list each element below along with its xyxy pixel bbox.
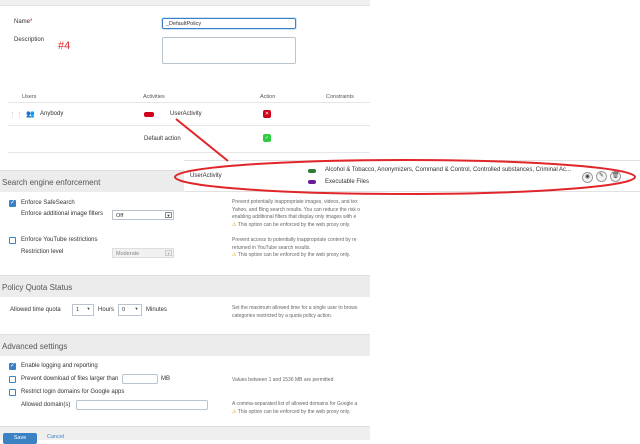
column-activities: Activities (143, 94, 165, 100)
allowed-time-label: Allowed time quota (10, 307, 61, 313)
prevent-download-checkbox[interactable] (9, 376, 16, 383)
activity-detail-row: UserActivity Alcohol & Tobacco, Anonymiz… (184, 160, 640, 192)
file-size-input[interactable] (122, 374, 158, 384)
row-divider (8, 152, 370, 153)
column-users: Users (22, 94, 37, 100)
enforce-youtube-label: Enforce YouTube restrictions (21, 237, 98, 243)
file-size-unit: MB (161, 376, 170, 382)
drag-handle-icon[interactable]: ⋮⋮ (9, 111, 23, 119)
column-action: Action (260, 94, 276, 100)
view-icon[interactable]: ◉ (582, 172, 593, 183)
activity-value[interactable]: UserActivity (170, 111, 202, 117)
warning-icon: ⚠ (232, 221, 237, 228)
delete-icon[interactable]: 🗑 (610, 171, 621, 182)
name-label: Name* (14, 19, 33, 25)
warning-icon: ⚠ (232, 252, 237, 258)
name-input[interactable]: _DefaultPolicy (162, 18, 296, 29)
user-value: Anybody (40, 111, 64, 117)
activity-tag-icon (144, 112, 154, 117)
allow-action-icon[interactable]: ✓ (263, 134, 271, 142)
cancel-link[interactable]: Cancel (47, 434, 64, 440)
quota-description: Set the maximum allowed time for a singl… (232, 305, 358, 319)
minutes-label: Minutes (146, 307, 168, 313)
allowed-domains-label: Allowed domain(s) (21, 402, 71, 408)
image-filters-label: Enforce additional image filters (21, 211, 104, 217)
restriction-level-select[interactable]: Moderate ▼ (112, 248, 174, 258)
enable-logging-checkbox[interactable] (9, 362, 16, 370)
annotation-label: #4 (58, 40, 71, 52)
activity-name: UserActivity (190, 173, 222, 179)
save-button[interactable]: Save (3, 433, 37, 444)
youtube-description: Prevent access to potentially inappropri… (232, 237, 357, 258)
minutes-select[interactable]: 0 ▼ (118, 304, 142, 316)
chevron-down-icon: ▼ (165, 250, 172, 256)
hours-label: Hours (98, 307, 115, 313)
hours-select[interactable]: 1 ▼ (72, 304, 94, 316)
file-size-description: Values between 1 and 1536 MB are permitt… (232, 377, 334, 383)
allowed-domains-input[interactable] (76, 400, 208, 410)
activity-filetypes: Executable Files (325, 179, 370, 185)
prevent-download-label: Prevent download of files larger than (21, 376, 119, 382)
domains-description: A comma-separated list of allowed domain… (232, 401, 358, 415)
activity-categories: Alcohol & Tobacco, Anonymizers, Command … (325, 167, 571, 173)
file-tag-icon (308, 180, 316, 184)
users-icon: 👥 (26, 111, 35, 118)
enforce-safesearch-label: Enforce SafeSearch (21, 200, 75, 206)
restriction-level-label: Restriction level (21, 249, 64, 255)
enable-logging-label: Enable logging and reporting (21, 363, 98, 369)
row-divider (8, 125, 370, 126)
enforce-youtube-checkbox[interactable] (9, 237, 16, 244)
policy-editor: Name* _DefaultPolicy Description #4 User… (0, 0, 370, 444)
table-divider (8, 102, 370, 103)
safesearch-description: Prevent potentially inappropriate images… (232, 199, 361, 228)
default-action-label: Default action (144, 136, 181, 142)
restrict-login-checkbox[interactable] (9, 389, 16, 396)
restrict-login-label: Restrict login domains for Google apps (21, 389, 125, 395)
description-label: Description (14, 37, 45, 43)
image-filters-select[interactable]: Off ▼ (112, 210, 174, 220)
quota-section-header: Policy Quota Status (0, 275, 370, 297)
description-textarea[interactable] (162, 37, 296, 64)
warning-icon: ⚠ (232, 408, 237, 415)
chevron-down-icon: ▼ (165, 212, 172, 218)
enforce-safesearch-checkbox[interactable] (9, 199, 16, 207)
column-constraints: Constraints (326, 94, 354, 100)
category-tag-icon (308, 169, 316, 173)
advanced-section-header: Advanced settings (0, 334, 370, 356)
chevron-down-icon: ▼ (134, 306, 139, 311)
top-strip (0, 0, 370, 6)
chevron-down-icon: ▼ (86, 306, 91, 311)
block-action-icon[interactable]: ✕ (263, 110, 271, 118)
edit-icon[interactable]: ✎ (596, 171, 607, 182)
